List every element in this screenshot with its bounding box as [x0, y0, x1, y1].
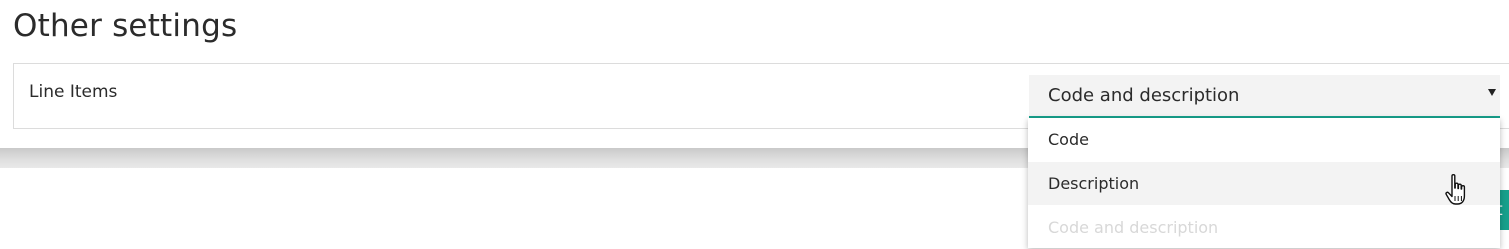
line-items-dropdown-menu: Code Description Code and description: [1028, 118, 1500, 248]
line-items-label: Line Items: [29, 82, 118, 102]
dropdown-option-code-and-description: Code and description: [1048, 218, 1219, 237]
dropdown-option-description[interactable]: Description: [1028, 162, 1500, 205]
dropdown-option-code[interactable]: Code: [1028, 118, 1500, 161]
select-current-value: Code and description: [1048, 85, 1240, 106]
line-items-select[interactable]: Code and description: [1029, 75, 1500, 118]
section-title: Other settings: [13, 8, 238, 44]
dropdown-arrow-icon: [1488, 89, 1496, 96]
settings-page: Other settings Line Items t Code and des…: [0, 0, 1509, 249]
hand-cursor-icon: [1445, 174, 1466, 205]
